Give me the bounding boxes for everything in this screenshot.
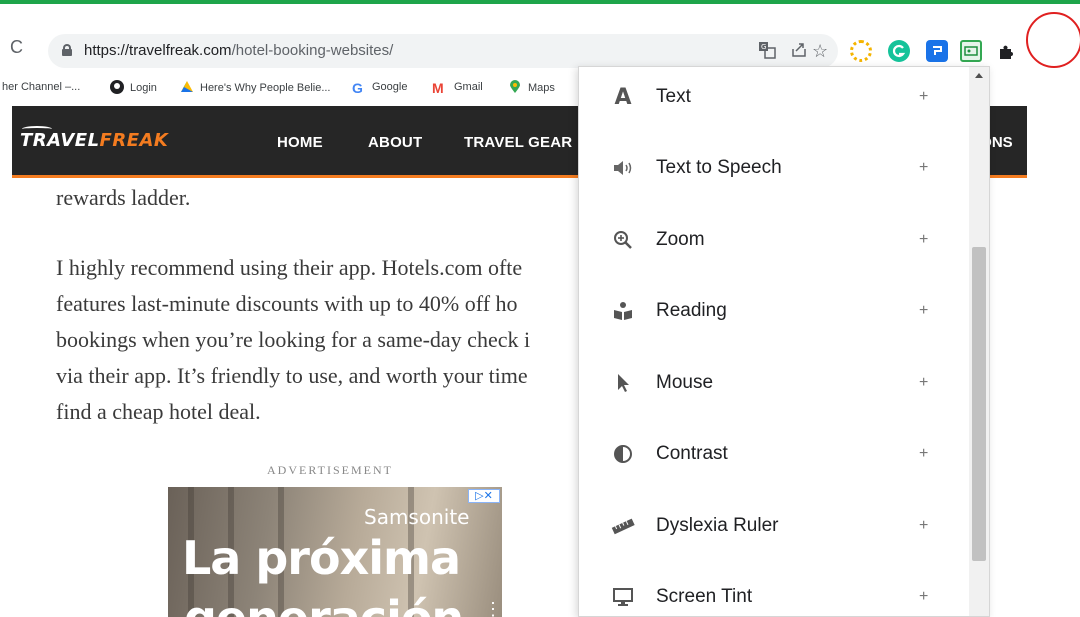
logo-word-travel: TRAVEL bbox=[20, 130, 100, 151]
grammarly-extension-icon[interactable] bbox=[888, 40, 910, 62]
maps-pin-icon bbox=[508, 80, 522, 94]
bookmark-item[interactable]: G Google bbox=[352, 80, 407, 95]
reading-icon bbox=[611, 299, 635, 323]
lock-icon[interactable] bbox=[62, 44, 72, 56]
ad-brand-logo: Samsonite bbox=[364, 505, 470, 529]
highlight-circle bbox=[1026, 12, 1080, 68]
ad-more-icon[interactable]: ⋮ bbox=[484, 599, 502, 617]
speaker-icon bbox=[611, 156, 635, 180]
color-wheel-extension-icon[interactable] bbox=[850, 40, 872, 62]
address-bar[interactable]: https://travelfreak.com/hotel-booking-we… bbox=[48, 34, 838, 68]
gmail-icon: M bbox=[432, 80, 444, 96]
logo-word-freak: FREAK bbox=[99, 130, 169, 151]
expand-plus-button[interactable]: + bbox=[919, 516, 928, 536]
expand-plus-button[interactable]: + bbox=[919, 587, 928, 607]
share-icon[interactable] bbox=[790, 41, 808, 65]
panel-item-text-to-speech[interactable]: Text to Speech + bbox=[579, 138, 969, 198]
bookmark-label: Google bbox=[372, 81, 408, 93]
advertisement-banner[interactable]: ▷✕ Samsonite La próxima generación ⋮ bbox=[168, 487, 502, 617]
bookmark-label: Gmail bbox=[454, 81, 483, 93]
nav-travel-gear[interactable]: TRAVEL GEAR bbox=[464, 134, 572, 151]
zoom-icon bbox=[611, 228, 635, 252]
paragraph-line: find a cheap hotel deal. bbox=[56, 399, 261, 424]
accessibility-panel: A Text + Text to Speech + Zoom + Reading… bbox=[578, 66, 990, 617]
site-logo[interactable]: TRAVELFREAK bbox=[20, 130, 168, 151]
monitor-icon bbox=[611, 585, 635, 609]
puzzle-extensions-icon[interactable] bbox=[996, 40, 1018, 62]
svg-text:G: G bbox=[761, 43, 766, 51]
panel-item-dyslexia-ruler[interactable]: Dyslexia Ruler + bbox=[579, 496, 969, 556]
expand-plus-button[interactable]: + bbox=[919, 87, 928, 107]
bookmark-star-icon[interactable]: ☆ bbox=[812, 41, 828, 61]
bookmark-label: Login bbox=[130, 82, 157, 94]
bookmark-item[interactable]: Maps bbox=[508, 80, 555, 95]
browser-toolbar: C https://travelfreak.com/hotel-booking-… bbox=[0, 4, 1080, 68]
panel-item-label: Dyslexia Ruler bbox=[656, 515, 779, 536]
nav-home[interactable]: HOME bbox=[277, 134, 323, 151]
translate-icon[interactable]: G bbox=[758, 41, 776, 65]
paragraph-line: bookings when you’re looking for a same-… bbox=[56, 327, 531, 352]
url-text[interactable]: https://travelfreak.com/hotel-booking-we… bbox=[84, 42, 393, 60]
bookmark-item[interactable]: M Gmail bbox=[432, 80, 483, 95]
text-icon: A bbox=[614, 84, 632, 110]
expand-plus-button[interactable]: + bbox=[919, 444, 928, 464]
contrast-icon bbox=[611, 442, 635, 466]
panel-scrollbar[interactable] bbox=[969, 67, 989, 616]
article-paragraph: I highly recommend using their app. Hote… bbox=[56, 250, 530, 430]
scrollbar-thumb[interactable] bbox=[972, 247, 986, 561]
expand-plus-button[interactable]: + bbox=[919, 373, 928, 393]
panel-item-zoom[interactable]: Zoom + bbox=[579, 210, 969, 270]
panel-item-mouse[interactable]: Mouse + bbox=[579, 353, 969, 413]
ad-choices-button[interactable]: ▷✕ bbox=[468, 489, 500, 503]
panel-item-label: Zoom bbox=[656, 229, 705, 250]
panel-item-label: Text to Speech bbox=[656, 157, 782, 178]
expand-plus-button[interactable]: + bbox=[919, 158, 928, 178]
panel-item-label: Reading bbox=[656, 300, 727, 321]
panel-item-label: Text bbox=[656, 86, 691, 107]
panel-item-label: Screen Tint bbox=[656, 586, 753, 607]
panel-item-label: Contrast bbox=[656, 443, 728, 464]
url-host: https://travelfreak.com bbox=[84, 42, 232, 59]
advertisement-label: ADVERTISEMENT bbox=[267, 463, 393, 477]
ruler-icon bbox=[611, 514, 635, 538]
expand-plus-button[interactable]: + bbox=[919, 301, 928, 321]
blue-square-extension-icon[interactable] bbox=[926, 40, 948, 62]
url-path: /hotel-booking-websites/ bbox=[231, 42, 394, 59]
paragraph-line: I highly recommend using their app. Hote… bbox=[56, 255, 523, 280]
reload-icon[interactable]: C bbox=[10, 38, 23, 56]
google-drive-icon bbox=[180, 80, 194, 94]
google-icon: G bbox=[352, 80, 363, 96]
bookmark-item[interactable]: Here's Why People Belie... bbox=[180, 80, 331, 95]
accessibility-extension-icon[interactable] bbox=[960, 40, 982, 62]
paragraph-line: via their app. It’s friendly to use, and… bbox=[56, 363, 528, 388]
bookmark-item[interactable]: her Channel –... bbox=[2, 80, 80, 94]
panel-item-contrast[interactable]: Contrast + bbox=[579, 424, 969, 484]
panel-item-screen-tint[interactable]: Screen Tint + bbox=[579, 567, 969, 617]
github-icon bbox=[110, 80, 124, 94]
expand-plus-button[interactable]: + bbox=[919, 230, 928, 250]
ad-headline: La próxima bbox=[182, 531, 461, 585]
mouse-pointer-icon bbox=[611, 371, 635, 395]
bookmark-label: Here's Why People Belie... bbox=[200, 82, 331, 94]
scroll-up-arrow-icon[interactable] bbox=[975, 73, 983, 78]
panel-item-label: Mouse bbox=[656, 372, 714, 393]
nav-about[interactable]: ABOUT bbox=[368, 134, 422, 151]
bookmark-item[interactable]: Login bbox=[110, 80, 157, 95]
paragraph-line: features last-minute discounts with up t… bbox=[56, 291, 518, 316]
bookmark-label: her Channel –... bbox=[2, 81, 81, 93]
panel-item-text[interactable]: A Text + bbox=[579, 67, 969, 127]
article-paragraph: rewards ladder. bbox=[56, 185, 191, 210]
panel-item-reading[interactable]: Reading + bbox=[579, 281, 969, 341]
bookmark-label: Maps bbox=[528, 82, 555, 94]
ad-headline: generación bbox=[184, 591, 464, 617]
